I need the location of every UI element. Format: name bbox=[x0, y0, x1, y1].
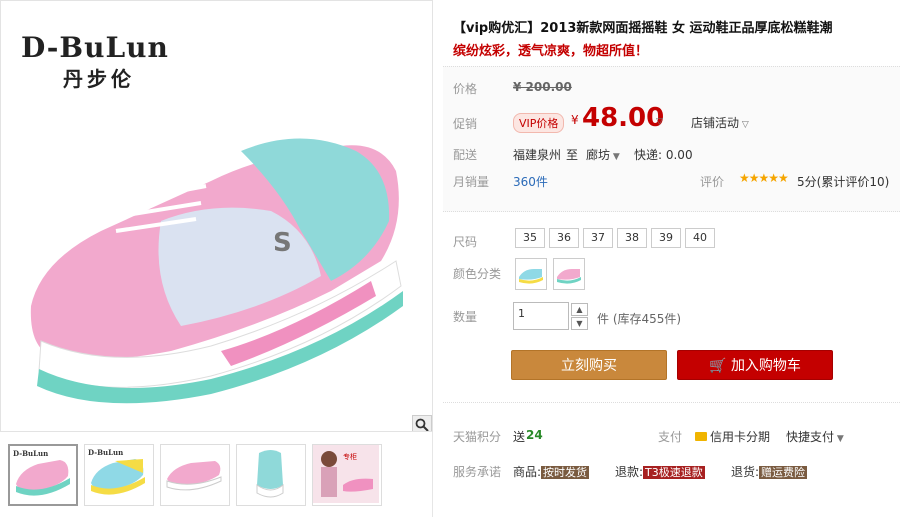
price-label: 价格 bbox=[453, 82, 478, 96]
sneaker-image: S bbox=[30, 138, 403, 404]
main-product-image[interactable]: D-BuLun 丹步伦 S bbox=[0, 0, 433, 432]
service-refund-label: 退款: bbox=[615, 465, 644, 479]
stock-info: 件 (库存455件) bbox=[597, 312, 682, 326]
quantity-decrease-button[interactable]: ▼ bbox=[571, 317, 588, 330]
quantity-label: 数量 bbox=[453, 310, 478, 324]
promo-price: 48.00 bbox=[582, 103, 665, 133]
thumb-brand: D-BuLun bbox=[13, 449, 49, 458]
rating-summary[interactable]: 5分(累计评价10) bbox=[797, 173, 889, 190]
size-option[interactable]: 36 bbox=[549, 228, 579, 248]
ship-from: 福建泉州 bbox=[513, 148, 562, 162]
points-value: 24 bbox=[526, 428, 543, 442]
ship-to-dropdown[interactable]: 廊坊 ▼ bbox=[586, 146, 620, 163]
brand-logo-cn: 丹步伦 bbox=[63, 67, 135, 91]
size-option[interactable]: 40 bbox=[685, 228, 715, 248]
svg-text:S: S bbox=[273, 228, 292, 258]
size-option[interactable]: 37 bbox=[583, 228, 613, 248]
cart-icon: 🛒 bbox=[709, 358, 727, 374]
color-option-blue-yellow[interactable] bbox=[515, 258, 547, 290]
caret-down-icon: ▼ bbox=[834, 434, 844, 444]
shipping-label: 配送 bbox=[453, 148, 478, 162]
quantity-increase-button[interactable]: ▲ bbox=[571, 303, 588, 316]
product-info: 【vip购优汇】2013新款网面摇摇鞋 女 运动鞋正品厚底松糕鞋潮 缤纷炫彩，透… bbox=[443, 0, 900, 517]
pay-label: 支付 bbox=[658, 430, 683, 444]
size-option[interactable]: 35 bbox=[515, 228, 545, 248]
shipping-fee: 快递: 0.00 bbox=[634, 148, 693, 162]
credit-card-icon bbox=[695, 432, 707, 441]
points-label: 天猫积分 bbox=[453, 430, 502, 444]
thumb-sneaker-back bbox=[256, 450, 284, 498]
service-goods-label: 商品: bbox=[513, 465, 542, 479]
promo-label: 促销 bbox=[453, 117, 478, 131]
thumbnail[interactable]: 专柜 bbox=[312, 444, 382, 506]
product-title: 【vip购优汇】2013新款网面摇摇鞋 女 运动鞋正品厚底松糕鞋潮 bbox=[453, 21, 833, 36]
service-return-badge[interactable]: 赠运费险 bbox=[759, 466, 808, 479]
thumbnail[interactable]: D-BuLun bbox=[8, 444, 78, 506]
quick-pay-dropdown[interactable]: 快捷支付 ▼ bbox=[786, 428, 844, 445]
product-gallery: D-BuLun 丹步伦 S D-BuLun D-BuLun 专柜 bbox=[0, 0, 433, 517]
magnifier-icon bbox=[415, 418, 429, 431]
chevron-up-icon: ▲ bbox=[576, 305, 583, 314]
size-options: 35 36 37 38 39 40 bbox=[515, 228, 715, 248]
service-goods: 商品: 按时发货 bbox=[513, 463, 590, 480]
rating-stars: ★★★★★ bbox=[739, 171, 789, 185]
points-give-word: 送 bbox=[513, 430, 526, 444]
product-page: D-BuLun 丹步伦 S D-BuLun D-BuLun 专柜 【vip购优汇… bbox=[0, 0, 900, 517]
store-activity-label: 店铺活动 bbox=[691, 116, 740, 130]
sales-count: 360件 bbox=[513, 175, 548, 189]
thumbnail[interactable]: D-BuLun bbox=[84, 444, 154, 506]
thumbnail[interactable] bbox=[160, 444, 230, 506]
price-dropdown[interactable]: ▽ bbox=[656, 113, 663, 127]
color-option-pink[interactable] bbox=[553, 258, 585, 290]
buy-now-button[interactable]: 立刻购买 bbox=[511, 350, 667, 380]
credit-installment[interactable]: 信用卡分期 bbox=[695, 428, 770, 445]
divider bbox=[443, 402, 900, 403]
color-options bbox=[515, 258, 585, 290]
chevron-down-icon: ▽ bbox=[739, 120, 749, 130]
thumbnail[interactable] bbox=[236, 444, 306, 506]
brand-logo: D-BuLun bbox=[21, 31, 169, 64]
rating-label: 评价 bbox=[700, 175, 725, 189]
credit-installment-label: 信用卡分期 bbox=[710, 430, 771, 444]
size-label: 尺码 bbox=[453, 235, 478, 249]
service-refund-badge[interactable]: T3极速退款 bbox=[643, 466, 705, 479]
product-subtitle: 缤纷炫彩，透气凉爽，物超所值！ bbox=[453, 44, 649, 59]
thumbnail-strip: D-BuLun D-BuLun 专柜 bbox=[0, 444, 433, 514]
chevron-down-icon: ▼ bbox=[576, 319, 583, 328]
service-refund: 退款: T3极速退款 bbox=[615, 463, 705, 480]
ship-to-city: 廊坊 bbox=[586, 148, 611, 162]
thumb-sneaker-side bbox=[166, 461, 222, 491]
currency-symbol: ¥ bbox=[571, 113, 579, 127]
original-price: ¥ 200.00 bbox=[513, 80, 572, 94]
size-option[interactable]: 39 bbox=[651, 228, 681, 248]
add-to-cart-button[interactable]: 🛒 加入购物车 bbox=[677, 350, 833, 380]
service-goods-badge[interactable]: 按时发货 bbox=[541, 466, 590, 479]
store-activity-dropdown[interactable]: 店铺活动 ▽ bbox=[691, 114, 749, 131]
zoom-button[interactable] bbox=[412, 415, 432, 431]
color-label: 颜色分类 bbox=[453, 267, 502, 281]
thumb-brand: D-BuLun bbox=[88, 448, 124, 457]
caret-down-icon: ▼ bbox=[610, 152, 620, 162]
sales-label: 月销量 bbox=[453, 175, 490, 189]
ship-to-word: 至 bbox=[566, 148, 579, 162]
size-option[interactable]: 38 bbox=[617, 228, 647, 248]
service-return-label: 退货: bbox=[731, 465, 760, 479]
service-return: 退货: 赠运费险 bbox=[731, 463, 808, 480]
chevron-down-icon: ▽ bbox=[656, 117, 663, 127]
add-to-cart-label: 加入购物车 bbox=[730, 358, 801, 374]
vip-badge: VIP价格 bbox=[513, 113, 565, 133]
thumb-model-photo: 专柜 bbox=[313, 445, 379, 503]
service-label: 服务承诺 bbox=[453, 465, 502, 479]
quick-pay-label: 快捷支付 bbox=[786, 430, 835, 444]
quantity-input[interactable]: 1 bbox=[513, 302, 569, 330]
svg-text:专柜: 专柜 bbox=[343, 452, 357, 461]
price-box bbox=[443, 66, 900, 212]
